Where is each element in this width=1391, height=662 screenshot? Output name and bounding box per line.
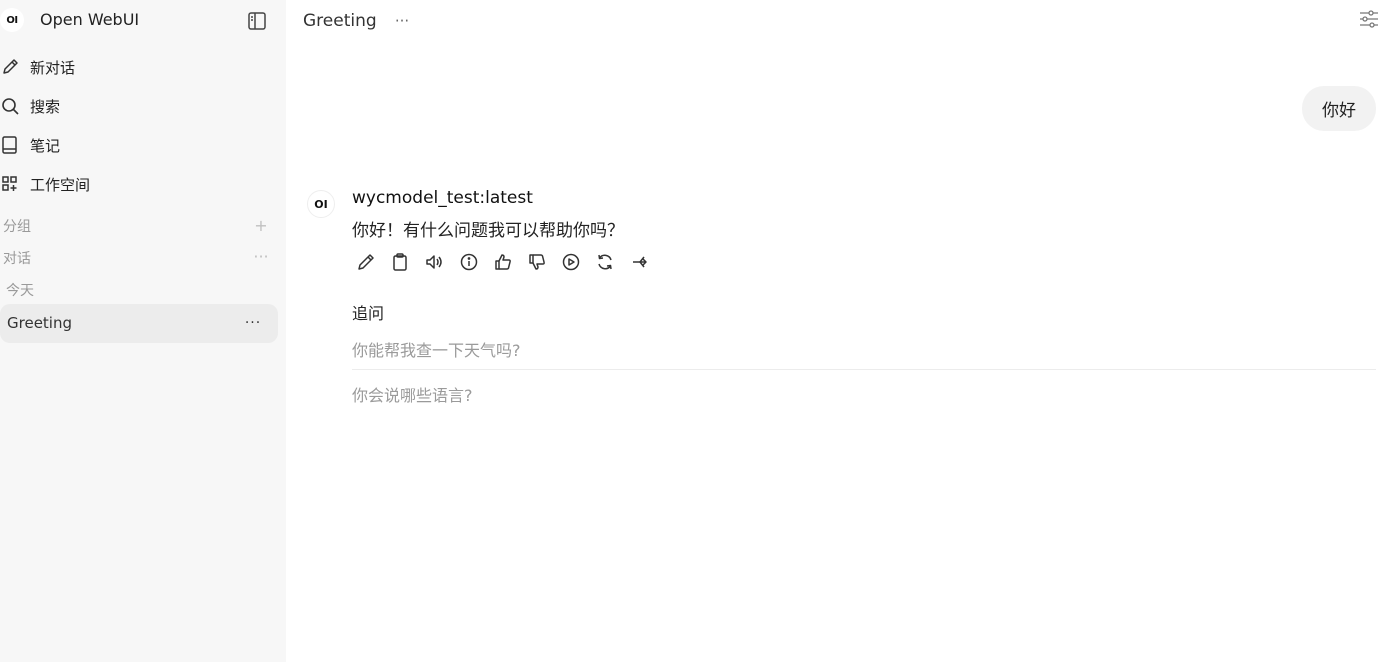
edit-icon xyxy=(358,254,374,270)
followup-divider xyxy=(352,369,1376,370)
thumbs-down-icon xyxy=(529,254,545,270)
new-chat-button[interactable]: 新对话 xyxy=(0,52,280,82)
add-group-button[interactable]: + xyxy=(250,216,272,235)
sidebar: OI Open WebUI 新对话 搜索 笔记 工作空间 分组 + 对话 ···… xyxy=(0,0,286,662)
user-message-bubble: 你好 xyxy=(1302,86,1376,131)
branch-button[interactable] xyxy=(630,250,664,274)
message-actions xyxy=(356,250,664,274)
chats-options-button[interactable]: ··· xyxy=(250,247,272,266)
continue-response-button[interactable] xyxy=(561,250,595,274)
workspace-button[interactable]: 工作空间 xyxy=(0,169,280,199)
grid-plus-icon xyxy=(0,173,22,195)
workspace-label: 工作空间 xyxy=(30,175,91,194)
notes-button[interactable]: 笔记 xyxy=(0,130,280,160)
new-chat-label: 新对话 xyxy=(30,58,76,77)
notes-label: 笔记 xyxy=(30,136,61,155)
app-name: Open WebUI xyxy=(40,10,140,29)
read-aloud-button[interactable] xyxy=(424,250,458,274)
groups-section-label: 分组 xyxy=(3,219,31,235)
bad-response-button[interactable] xyxy=(527,250,561,274)
followup-suggestion[interactable]: 你会说哪些语言? xyxy=(352,382,1376,406)
read-aloud-icon xyxy=(426,255,443,269)
search-button[interactable]: 搜索 xyxy=(0,91,280,121)
search-label: 搜索 xyxy=(30,97,61,116)
today-label: 今天 xyxy=(6,283,34,299)
chat-list-item-title: Greeting xyxy=(7,314,72,332)
chat-controls-button[interactable] xyxy=(1358,8,1382,32)
chats-section-label: 对话 xyxy=(3,251,31,267)
info-icon xyxy=(460,253,477,271)
search-icon xyxy=(0,95,22,117)
model-avatar: OI xyxy=(307,190,335,218)
sidebar-toggle-button[interactable] xyxy=(246,10,268,32)
chat-item-more-button[interactable]: ··· xyxy=(240,313,266,333)
sliders-icon xyxy=(1360,10,1378,28)
followups-title: 追问 xyxy=(352,304,385,323)
regenerate-icon xyxy=(598,254,613,270)
chat-list-item[interactable]: Greeting ··· xyxy=(0,304,278,343)
good-response-button[interactable] xyxy=(493,250,527,274)
pencil-icon xyxy=(0,56,22,78)
edit-button[interactable] xyxy=(356,250,390,274)
model-name: wycmodel_test:latest xyxy=(352,188,533,208)
copy-button[interactable] xyxy=(390,250,424,274)
thumbs-up-icon xyxy=(495,254,511,270)
regenerate-button[interactable] xyxy=(595,250,629,274)
brand: OI Open WebUI xyxy=(0,6,286,36)
app-logo: OI xyxy=(0,8,24,32)
sidebar-toggle-icon xyxy=(248,12,266,30)
notebook-icon xyxy=(0,134,22,156)
branch-icon xyxy=(632,256,647,268)
generation-info-button[interactable] xyxy=(459,250,493,274)
copy-icon xyxy=(393,253,407,271)
continue-icon xyxy=(562,253,580,271)
chat-options-button[interactable]: ··· xyxy=(390,9,414,33)
followup-suggestion[interactable]: 你能帮我查一下天气吗? xyxy=(352,337,1376,361)
main-chat-area: Greeting ··· 你好 OI wycmodel_test:latest … xyxy=(286,0,1391,662)
assistant-message: 你好！有什么问题我可以帮助你吗？ xyxy=(352,221,624,241)
chat-title: Greeting xyxy=(303,11,377,31)
